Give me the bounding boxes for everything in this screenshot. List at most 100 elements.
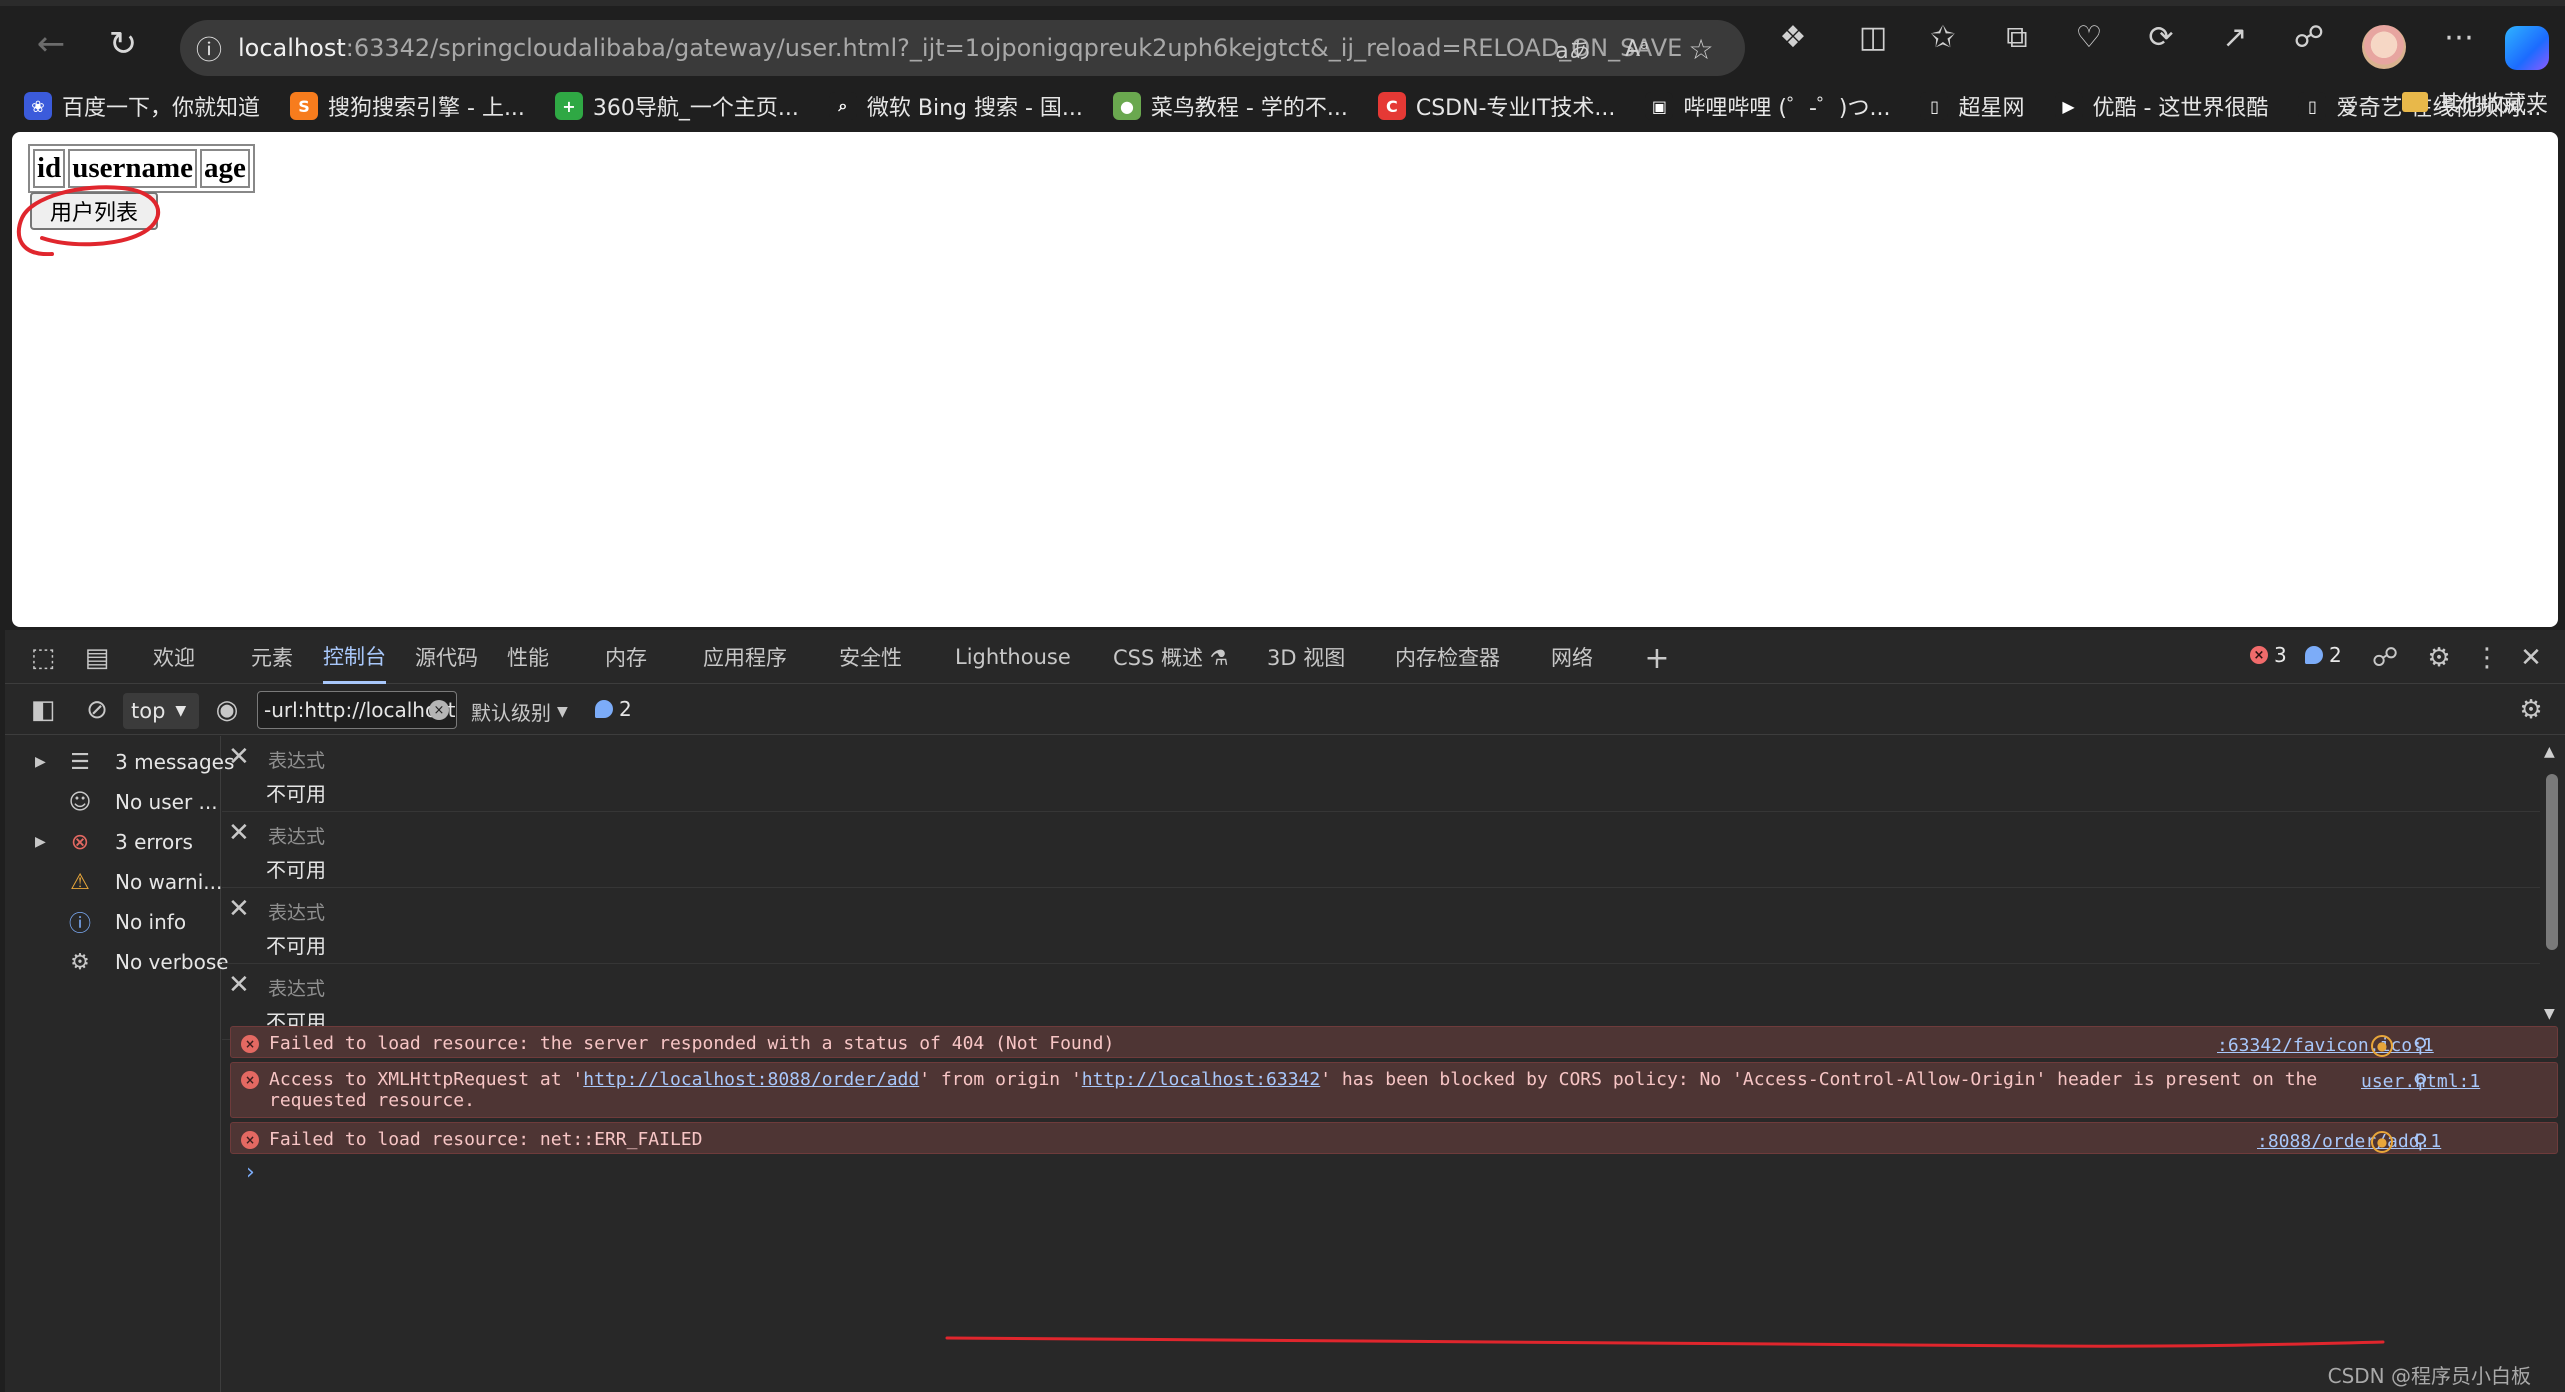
devtools-settings-icon[interactable]: ⚙ bbox=[2419, 638, 2459, 678]
devtools-more-icon[interactable]: ⋮ bbox=[2467, 638, 2507, 678]
clear-console-icon[interactable]: ⊘ bbox=[77, 690, 117, 730]
devtools-tab[interactable]: 欢迎 bbox=[153, 630, 195, 684]
bilibili-icon: ▣ bbox=[1645, 92, 1674, 120]
page-viewport: id username age 用户列表 bbox=[12, 132, 2558, 627]
bookmark-label: 360导航_一个主页... bbox=[592, 96, 799, 121]
refresh-icon: ↻ bbox=[108, 24, 138, 64]
feedback-icon[interactable]: ☍ bbox=[2365, 638, 2405, 678]
error-source-link[interactable]: :63342/favicon.ico:1 bbox=[2217, 1035, 2434, 1056]
devtools-tab[interactable]: 源代码 bbox=[415, 630, 478, 684]
log-levels-dropdown[interactable]: 默认级别 ▼ bbox=[471, 697, 568, 726]
live-expression-eye-icon[interactable]: ◉ bbox=[207, 690, 247, 730]
sidebar-filter-item[interactable]: ☺ No user ... bbox=[5, 784, 221, 820]
watermark: CSDN @程序员小白板 bbox=[2327, 1364, 2531, 1388]
scroll-thumb[interactable] bbox=[2546, 774, 2558, 950]
remove-expression-icon[interactable]: ✕ bbox=[228, 894, 250, 924]
profile-avatar[interactable] bbox=[2362, 25, 2406, 69]
insights-bulb-icon[interactable]: ● bbox=[2371, 1131, 2393, 1153]
sidebar-filter-item[interactable]: ⓘ No info bbox=[5, 904, 221, 940]
favorites-icon[interactable]: ✩ bbox=[1920, 14, 1966, 60]
performance-icon[interactable]: ⟳ bbox=[2138, 14, 2184, 60]
back-button[interactable]: ← bbox=[20, 13, 82, 75]
devtools-tab[interactable]: CSS 概述 ⚗ bbox=[1113, 630, 1229, 684]
levels-label: 默认级别 bbox=[471, 701, 551, 725]
devtools-tab[interactable]: 内存检查器 bbox=[1395, 630, 1500, 684]
bookmark-item[interactable]: ❀ 百度一下，你就知道 bbox=[24, 90, 260, 122]
favorite-star-icon[interactable]: ☆ bbox=[1680, 28, 1722, 70]
user-list-button[interactable]: 用户列表 bbox=[30, 192, 158, 230]
close-devtools-icon[interactable]: ✕ bbox=[2511, 638, 2551, 678]
bookmark-item[interactable]: ▣ 哔哩哔哩 (゜-゜)つ... bbox=[1645, 90, 1890, 122]
other-favorites-folder[interactable]: 其他收藏夹 bbox=[2402, 86, 2548, 118]
expand-arrow-icon[interactable]: ▶ bbox=[35, 754, 46, 770]
error-url-link[interactable]: http://localhost:8088/order/add bbox=[583, 1069, 919, 1090]
error-count-badge[interactable]: × 3 bbox=[2250, 643, 2287, 667]
expression-title[interactable]: 表达式 bbox=[268, 974, 325, 1001]
bookmark-item[interactable]: ▶ 优酷 - 这世界很酷 bbox=[2054, 90, 2268, 122]
console-filter-input[interactable]: -url:http://localhost bbox=[257, 691, 457, 729]
insights-bulb-icon[interactable]: ● bbox=[2371, 1035, 2393, 1057]
read-aloud-icon[interactable]: Aᵃ bbox=[1616, 28, 1658, 70]
connect-icon[interactable]: ☍ bbox=[2286, 14, 2332, 60]
search-icon[interactable]: ⚲ bbox=[2413, 1129, 2428, 1153]
sidebar-filter-item[interactable]: ▶ ☰ 3 messages bbox=[5, 744, 234, 780]
sidebar-filter-item[interactable]: ⚙ No verbose bbox=[5, 944, 228, 980]
search-icon[interactable]: ⚲ bbox=[2413, 1033, 2428, 1057]
remove-expression-icon[interactable]: ✕ bbox=[228, 970, 250, 1000]
address-bar[interactable]: ⓘ localhost:63342/springcloudalibaba/gat… bbox=[180, 20, 1745, 76]
devtools-tab[interactable]: 应用程序 bbox=[703, 630, 787, 684]
filter-clear-icon[interactable]: × bbox=[429, 700, 449, 720]
sidebar-filter-item[interactable]: ▶ ⊗ 3 errors bbox=[5, 824, 221, 860]
collections-icon[interactable]: ⧉ bbox=[1994, 14, 2040, 60]
devtools-tab[interactable]: 内存 bbox=[605, 630, 647, 684]
device-toolbar-icon[interactable]: ▤ bbox=[77, 638, 117, 678]
bookmark-item[interactable]: S 搜狗搜索引擎 - 上... bbox=[290, 90, 525, 122]
expand-arrow-icon[interactable]: ▶ bbox=[35, 834, 46, 850]
devtools-tab[interactable]: 性能 bbox=[507, 630, 549, 684]
message-count-badge[interactable]: 2 bbox=[2305, 643, 2342, 667]
bookmarks-overflow-icon[interactable]: › bbox=[2345, 90, 2357, 125]
expression-title[interactable]: 表达式 bbox=[268, 746, 325, 773]
scroll-down-icon[interactable]: ▼ bbox=[2544, 1006, 2555, 1022]
split-screen-icon[interactable]: ◫ bbox=[1850, 14, 1896, 60]
copilot-icon[interactable] bbox=[2505, 26, 2549, 70]
remove-expression-icon[interactable]: ✕ bbox=[228, 818, 250, 848]
search-icon[interactable]: ⚲ bbox=[2413, 1069, 2428, 1093]
site-info-icon[interactable]: ⓘ bbox=[180, 20, 238, 76]
devtools-tab[interactable]: 3D 视图 bbox=[1267, 630, 1345, 684]
devtools-tab[interactable]: 元素 bbox=[251, 630, 293, 684]
live-expression: ✕ 表达式 不可用 bbox=[222, 736, 2540, 812]
expression-title[interactable]: 表达式 bbox=[268, 822, 325, 849]
translate-icon[interactable]: aあ bbox=[1552, 28, 1594, 70]
bookmark-item[interactable]: +360导航_一个主页... bbox=[554, 90, 799, 122]
devtools-tab[interactable]: 安全性 bbox=[839, 630, 902, 684]
context-select[interactable]: top ▼ bbox=[123, 693, 199, 729]
browser-essentials-icon[interactable]: ♡ bbox=[2066, 14, 2112, 60]
issues-counter[interactable]: 2 bbox=[595, 697, 632, 721]
devtools-tab[interactable]: Lighthouse bbox=[955, 630, 1071, 684]
watch-scrollbar[interactable]: ▲ ▼ bbox=[2544, 744, 2558, 1024]
refresh-button[interactable]: ↻ bbox=[92, 13, 154, 75]
sidebar-filter-item[interactable]: ⚠ No warni... bbox=[5, 864, 222, 900]
inspect-element-icon[interactable]: ⬚ bbox=[23, 638, 63, 678]
remove-expression-icon[interactable]: ✕ bbox=[228, 742, 250, 772]
bookmark-item[interactable]: C CSDN-专业IT技术... bbox=[1377, 90, 1615, 122]
console-prompt[interactable]: › bbox=[246, 1160, 255, 1185]
error-origin-link[interactable]: http://localhost:63342 bbox=[1082, 1069, 1320, 1090]
console-settings-icon[interactable]: ⚙ bbox=[2511, 690, 2551, 730]
expression-title[interactable]: 表达式 bbox=[268, 898, 325, 925]
scroll-up-icon[interactable]: ▲ bbox=[2544, 744, 2555, 760]
devtools-tab[interactable]: 网络 bbox=[1551, 630, 1593, 684]
bookmark-item[interactable]: ⌕ 微软 Bing 搜索 - 国... bbox=[828, 90, 1083, 122]
warning-icon: ⚠ bbox=[70, 869, 90, 895]
share-icon[interactable]: ↗ bbox=[2212, 14, 2258, 60]
extensions-icon[interactable]: ❖ bbox=[1770, 14, 1816, 60]
more-menu-icon[interactable]: ⋯ bbox=[2436, 14, 2482, 60]
live-expression: ✕ 表达式 不可用 bbox=[222, 888, 2540, 964]
more-tabs-plus-icon[interactable]: + bbox=[1637, 638, 1677, 678]
console-output: ✕表达式不可用✕表达式不可用✕表达式不可用✕表达式不可用✕表达式 ▲ ▼ × F… bbox=[222, 736, 2565, 1392]
sidebar-toggle-icon[interactable]: ◧ bbox=[23, 690, 63, 730]
bookmark-item[interactable]: ● 菜鸟教程 - 学的不... bbox=[1112, 90, 1348, 122]
devtools-tab[interactable]: 控制台 bbox=[323, 630, 386, 684]
bookmark-item[interactable]: ▯ 超星网 bbox=[1920, 90, 2025, 122]
